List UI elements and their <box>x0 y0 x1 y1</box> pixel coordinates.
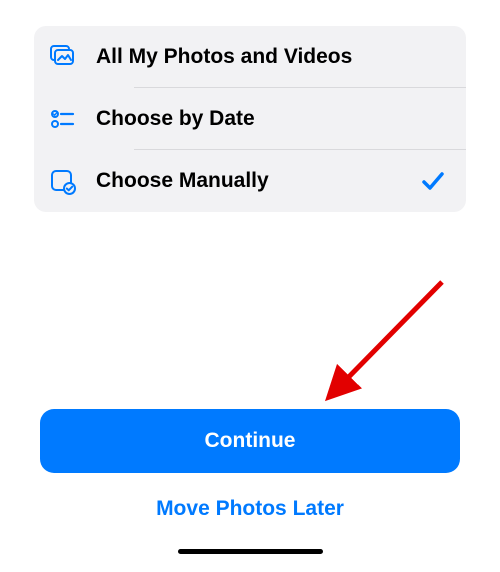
continue-button[interactable]: Continue <box>40 409 460 473</box>
option-list: All My Photos and Videos Choose by Date … <box>34 26 466 212</box>
option-all-photos[interactable]: All My Photos and Videos <box>34 26 466 88</box>
option-by-date[interactable]: Choose by Date <box>34 88 466 150</box>
list-icon <box>48 104 78 134</box>
option-label: All My Photos and Videos <box>96 45 452 69</box>
option-manually[interactable]: Choose Manually <box>34 150 466 212</box>
option-label: Choose Manually <box>96 169 420 193</box>
move-later-link[interactable]: Move Photos Later <box>40 497 460 521</box>
option-label: Choose by Date <box>96 107 452 131</box>
photos-icon <box>48 42 78 72</box>
manual-icon <box>48 166 78 196</box>
bottom-actions: Continue Move Photos Later <box>0 409 500 572</box>
home-indicator <box>178 549 323 554</box>
annotation-arrow <box>312 272 452 412</box>
checkmark-icon <box>420 168 446 194</box>
